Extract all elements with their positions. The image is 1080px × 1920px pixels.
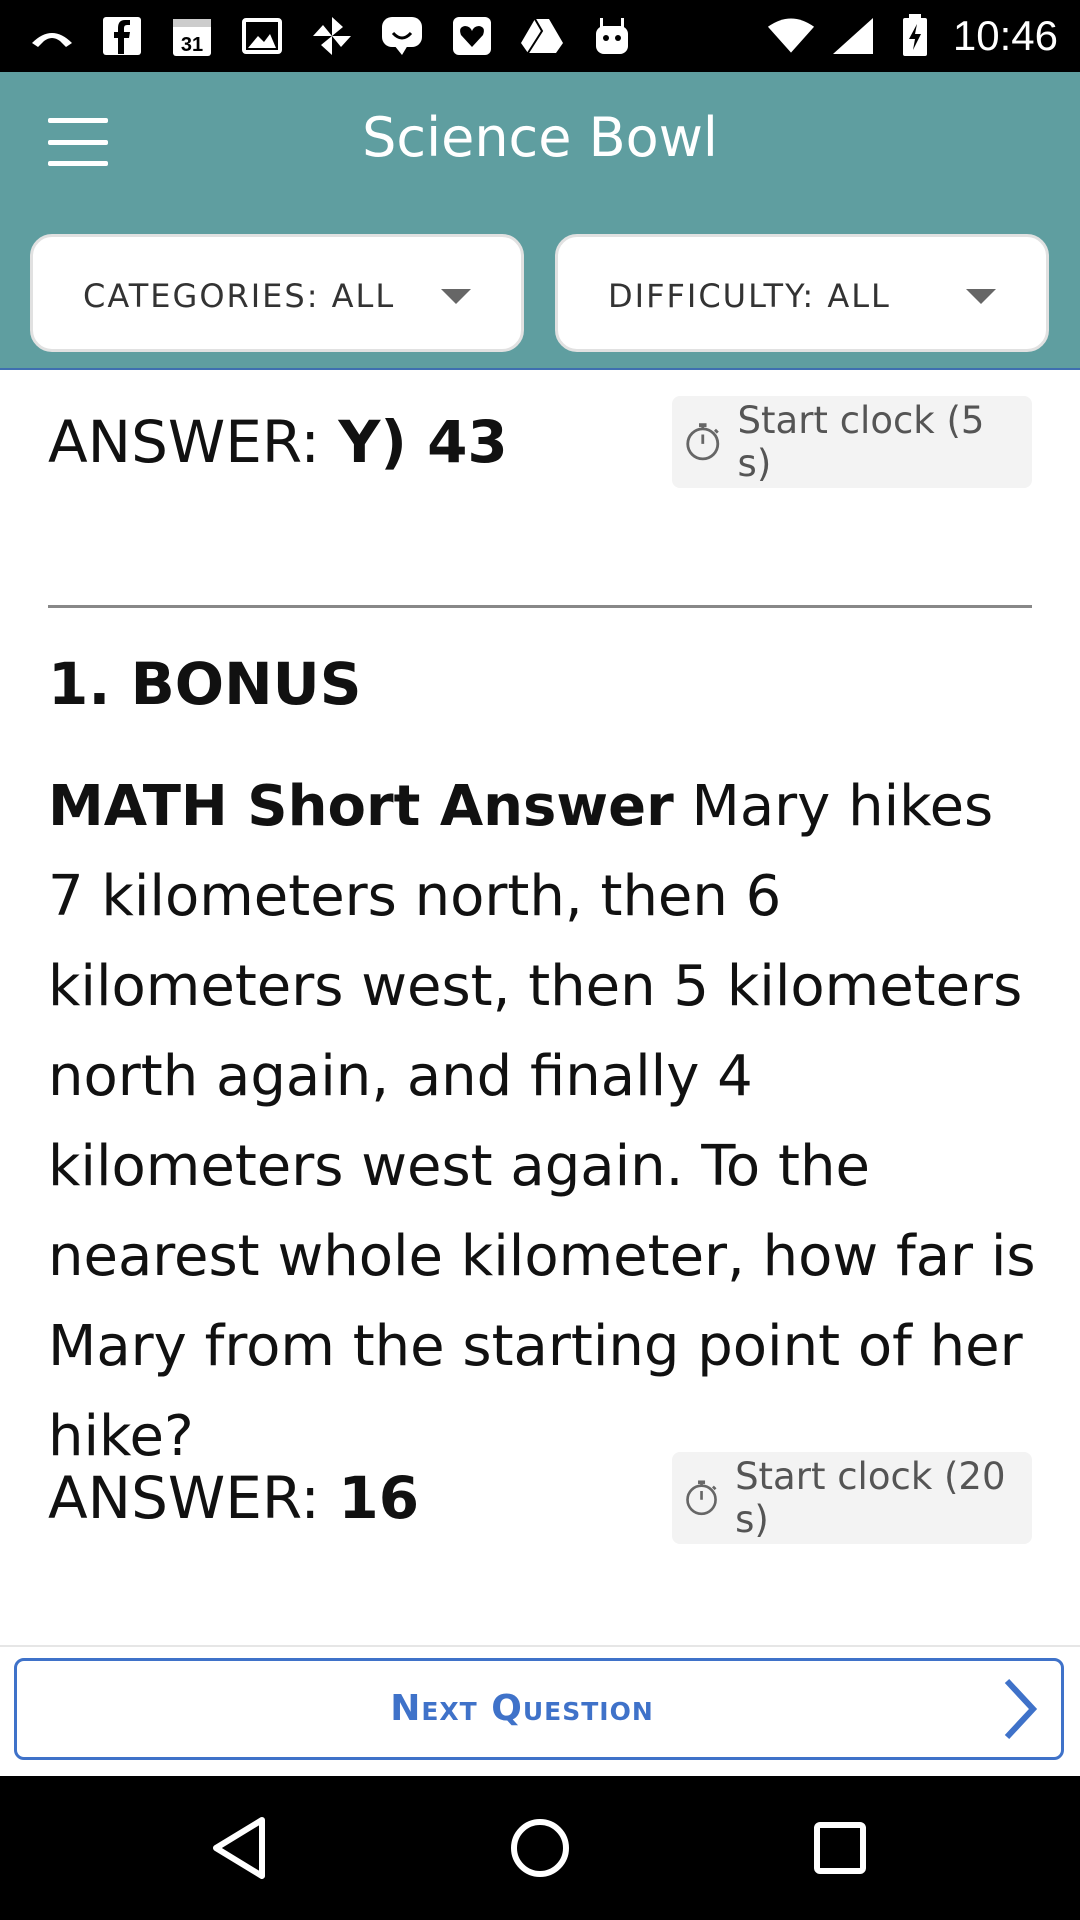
categories-dropdown-label: CATEGORIES: ALL bbox=[83, 277, 396, 315]
bonus-answer: ANSWER: 16 bbox=[48, 1452, 419, 1544]
stopwatch-icon bbox=[686, 1480, 717, 1516]
next-question-label: Next Question bbox=[390, 1688, 654, 1729]
question-divider bbox=[48, 605, 1032, 608]
tossup-answer: ANSWER: Y) 43 bbox=[48, 396, 508, 488]
bonus-question-text: MATH Short Answer Mary hikes 7 kilometer… bbox=[48, 762, 1038, 1482]
status-bar: 31 10:46 bbox=[0, 0, 1080, 72]
signal-icon bbox=[829, 14, 877, 58]
app-title: Science Bowl bbox=[362, 106, 718, 169]
chevron-right-icon bbox=[1004, 1678, 1038, 1740]
tossup-answer-row: ANSWER: Y) 43 Start clock (5 s) bbox=[48, 396, 1032, 488]
next-question-button[interactable]: Next Question bbox=[14, 1658, 1064, 1760]
difficulty-dropdown-label: DIFFICULTY: ALL bbox=[608, 277, 891, 315]
home-icon[interactable] bbox=[470, 1776, 610, 1920]
difficulty-dropdown[interactable]: DIFFICULTY: ALL bbox=[555, 234, 1049, 352]
start-clock-label: Start clock (20 s) bbox=[735, 1455, 1006, 1541]
categories-dropdown[interactable]: CATEGORIES: ALL bbox=[30, 234, 524, 352]
app-bar: Science Bowl CATEGORIES: ALL DIFFICULTY:… bbox=[0, 72, 1080, 370]
calendar-day: 31 bbox=[181, 34, 203, 56]
bottom-separator bbox=[0, 1645, 1080, 1647]
pinwheel-icon bbox=[308, 14, 356, 58]
drive-icon bbox=[518, 14, 566, 58]
android-icon bbox=[588, 14, 636, 58]
answer-value: 16 bbox=[338, 1464, 420, 1532]
system-nav-bar bbox=[0, 1776, 1080, 1920]
bonus-answer-row: ANSWER: 16 Start clock (20 s) bbox=[48, 1452, 1032, 1544]
start-clock-20s-button[interactable]: Start clock (20 s) bbox=[672, 1452, 1032, 1544]
caret-down-icon bbox=[441, 289, 471, 304]
image-icon bbox=[238, 14, 286, 58]
heart-icon bbox=[448, 14, 496, 58]
battery-charging-icon bbox=[891, 14, 939, 58]
clock-time: 10:46 bbox=[952, 12, 1058, 59]
system-status: 10:46 bbox=[767, 12, 1058, 60]
bonus-question-body: Mary hikes 7 kilometers north, then 6 ki… bbox=[48, 774, 1036, 1469]
facebook-icon bbox=[98, 14, 146, 58]
caret-down-icon bbox=[966, 289, 996, 304]
start-clock-5s-button[interactable]: Start clock (5 s) bbox=[672, 396, 1032, 488]
bonus-heading: 1. BONUS bbox=[48, 650, 362, 718]
calendar-icon: 31 bbox=[168, 14, 216, 58]
bonus-category-type: MATH Short Answer bbox=[48, 774, 674, 839]
answer-value: Y) 43 bbox=[338, 408, 508, 476]
answer-prefix: ANSWER: bbox=[48, 1464, 339, 1532]
missed-call-icon bbox=[28, 14, 76, 58]
chat-icon bbox=[378, 14, 426, 58]
answer-prefix: ANSWER: bbox=[48, 408, 339, 476]
recent-apps-icon[interactable] bbox=[770, 1776, 910, 1920]
back-icon[interactable] bbox=[170, 1776, 310, 1920]
stopwatch-icon bbox=[686, 423, 720, 461]
notification-icons: 31 bbox=[28, 12, 636, 60]
start-clock-label: Start clock (5 s) bbox=[737, 399, 985, 485]
wifi-icon bbox=[767, 14, 815, 58]
